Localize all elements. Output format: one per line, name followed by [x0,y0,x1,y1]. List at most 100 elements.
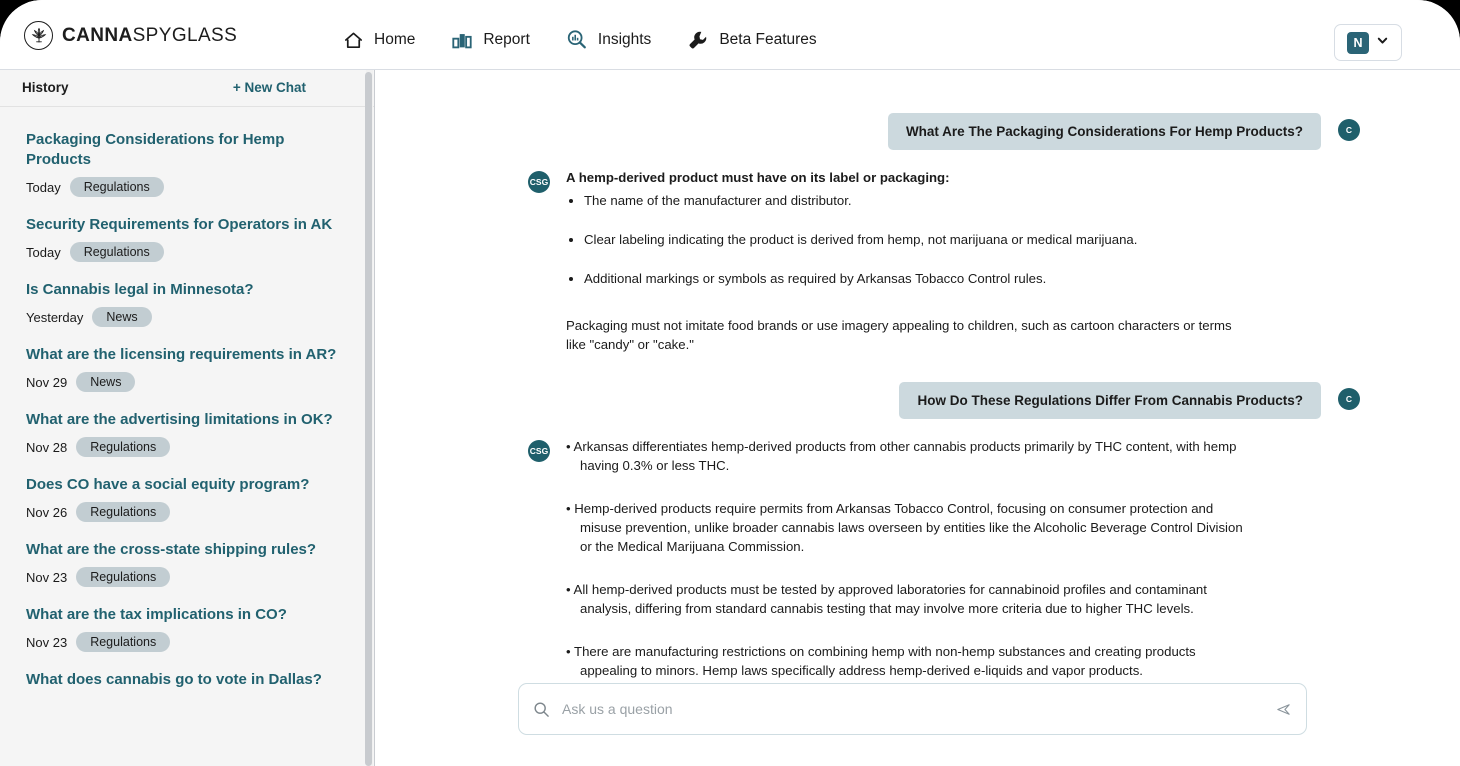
history-item-8[interactable]: What does cannabis go to vote in Dallas? [0,661,374,706]
sidebar-scrollbar-thumb[interactable] [365,72,372,766]
nav-label-beta-features: Beta Features [719,31,817,48]
avatar: C [1338,119,1360,141]
list-item: Additional markings or symbols as requir… [584,269,1254,288]
nav-item-home[interactable]: Home [325,26,433,54]
history-item-title: What are the cross-state shipping rules? [26,541,317,558]
avatar: N [1347,31,1369,54]
app-header: CANNASPYGLASS Home Report Insights Beta … [0,0,1460,70]
history-item-date: Nov 28 [26,439,68,455]
history-item-date: Nov 23 [26,569,68,585]
bot-message-content: A hemp-derived product must have on its … [566,168,1254,354]
main-navigation: Home Report Insights Beta Features [325,26,835,54]
history-item-3[interactable]: What are the licensing requirements in A… [0,336,374,401]
new-chat-button[interactable]: + New Chat [233,80,306,95]
history-item-title: Is Cannabis legal in Minnesota? [26,281,254,298]
message-bot-1: CSG • Arkansas differentiates hemp-deriv… [376,437,1460,680]
wrench-icon [687,29,709,51]
history-item-meta: Yesterday News [26,307,352,327]
history-item-tag: Regulations [76,632,171,652]
bot-message-content: • Arkansas differentiates hemp-derived p… [566,437,1254,680]
magnifier-chart-icon [566,29,588,51]
message-bot-0: CSG A hemp-derived product must have on … [376,168,1460,354]
message-thread: What Are The Packaging Considerations Fo… [376,71,1460,686]
app-window: CANNASPYGLASS Home Report Insights Beta … [0,0,1460,766]
list-item: • There are manufacturing restrictions o… [566,644,1196,678]
history-item-meta: Nov 28 Regulations [26,437,352,457]
nav-item-insights[interactable]: Insights [548,26,669,54]
bot-message-paragraph: Packaging must not imitate food brands o… [566,318,1232,352]
history-sidebar: History + New Chat Packaging Considerati… [0,70,375,766]
chat-panel: What Are The Packaging Considerations Fo… [376,71,1460,766]
list-item: • All hemp-derived products must be test… [566,582,1207,616]
sidebar-scrollbar-track[interactable] [365,70,373,766]
history-item-title: Packaging Considerations for Hemp Produc… [26,131,285,168]
history-item-tag: News [76,372,136,392]
history-item-date: Yesterday [26,309,84,325]
history-item-tag: Regulations [76,502,171,522]
history-item-5[interactable]: Does CO have a social equity program? No… [0,466,374,531]
history-item-tag: Regulations [69,242,164,262]
bar-chart-icon [451,30,473,51]
history-item-6[interactable]: What are the cross-state shipping rules?… [0,531,374,596]
nav-item-report[interactable]: Report [433,26,548,54]
search-input[interactable] [560,700,1265,718]
history-item-meta: Today Regulations [26,177,352,197]
search-icon [533,701,550,718]
history-item-meta: Today Regulations [26,242,352,262]
send-paper-plane-icon[interactable] [1275,701,1292,718]
message-composer[interactable] [518,683,1307,735]
user-message-bubble: What Are The Packaging Considerations Fo… [887,113,1321,150]
avatar: C [1338,388,1360,410]
sidebar-title: History [22,80,69,95]
history-item-title: What are the licensing requirements in A… [26,346,337,363]
user-menu-button[interactable]: N [1334,24,1402,61]
avatar: CSG [528,440,550,462]
history-item-meta: Nov 23 Regulations [26,632,352,652]
bot-message-lead: A hemp-derived product must have on its … [566,170,950,185]
history-item-title: What are the tax implications in CO? [26,606,287,623]
history-item-date: Nov 23 [26,634,68,650]
list-item: Clear labeling indicating the product is… [584,230,1254,249]
history-item-tag: News [92,307,152,327]
history-item-4[interactable]: What are the advertising limitations in … [0,401,374,466]
history-item-meta: Nov 23 Regulations [26,567,352,587]
sidebar-header: History + New Chat [0,70,374,107]
history-list: Packaging Considerations for Hemp Produc… [0,107,374,706]
history-item-tag: Regulations [69,177,164,197]
message-user-1: How Do These Regulations Differ From Can… [376,382,1460,419]
nav-label-home: Home [374,31,416,48]
nav-item-beta-features[interactable]: Beta Features [669,26,834,54]
user-message-bubble: How Do These Regulations Differ From Can… [899,382,1321,419]
history-item-7[interactable]: What are the tax implications in CO? Nov… [0,596,374,661]
home-icon [343,30,364,51]
brand-name-light: SPYGLASS [132,24,238,46]
history-item-date: Nov 26 [26,504,68,520]
list-item: • Arkansas differentiates hemp-derived p… [566,439,1237,473]
history-item-meta: Nov 26 Regulations [26,502,352,522]
history-item-tag: Regulations [76,567,171,587]
message-user-0: What Are The Packaging Considerations Fo… [376,113,1460,150]
list-item: The name of the manufacturer and distrib… [584,191,1254,210]
history-item-title: What does cannabis go to vote in Dallas? [26,671,322,688]
history-item-title: What are the advertising limitations in … [26,411,333,428]
history-item-title: Security Requirements for Operators in A… [26,216,333,233]
history-item-0[interactable]: Packaging Considerations for Hemp Produc… [0,121,374,206]
nav-label-report: Report [483,31,530,48]
history-item-tag: Regulations [76,437,171,457]
chevron-down-icon [1376,34,1389,52]
brand-name-bold: CANNA [62,24,133,46]
history-item-date: Today [26,179,61,195]
bot-message-list: The name of the manufacturer and distrib… [566,191,1254,288]
history-item-date: Nov 29 [26,374,68,390]
history-item-date: Today [26,244,61,260]
brand-logo[interactable]: CANNASPYGLASS [24,21,237,50]
history-item-2[interactable]: Is Cannabis legal in Minnesota? Yesterda… [0,271,374,336]
avatar: CSG [528,171,550,193]
brand-wordmark: CANNASPYGLASS [62,25,237,47]
history-item-title: Does CO have a social equity program? [26,476,310,493]
nav-label-insights: Insights [597,31,652,48]
history-item-1[interactable]: Security Requirements for Operators in A… [0,206,374,271]
history-item-meta: Nov 29 News [26,372,352,392]
list-item: • Hemp-derived products require permits … [566,501,1243,554]
cannabis-leaf-circle-icon [24,21,53,50]
